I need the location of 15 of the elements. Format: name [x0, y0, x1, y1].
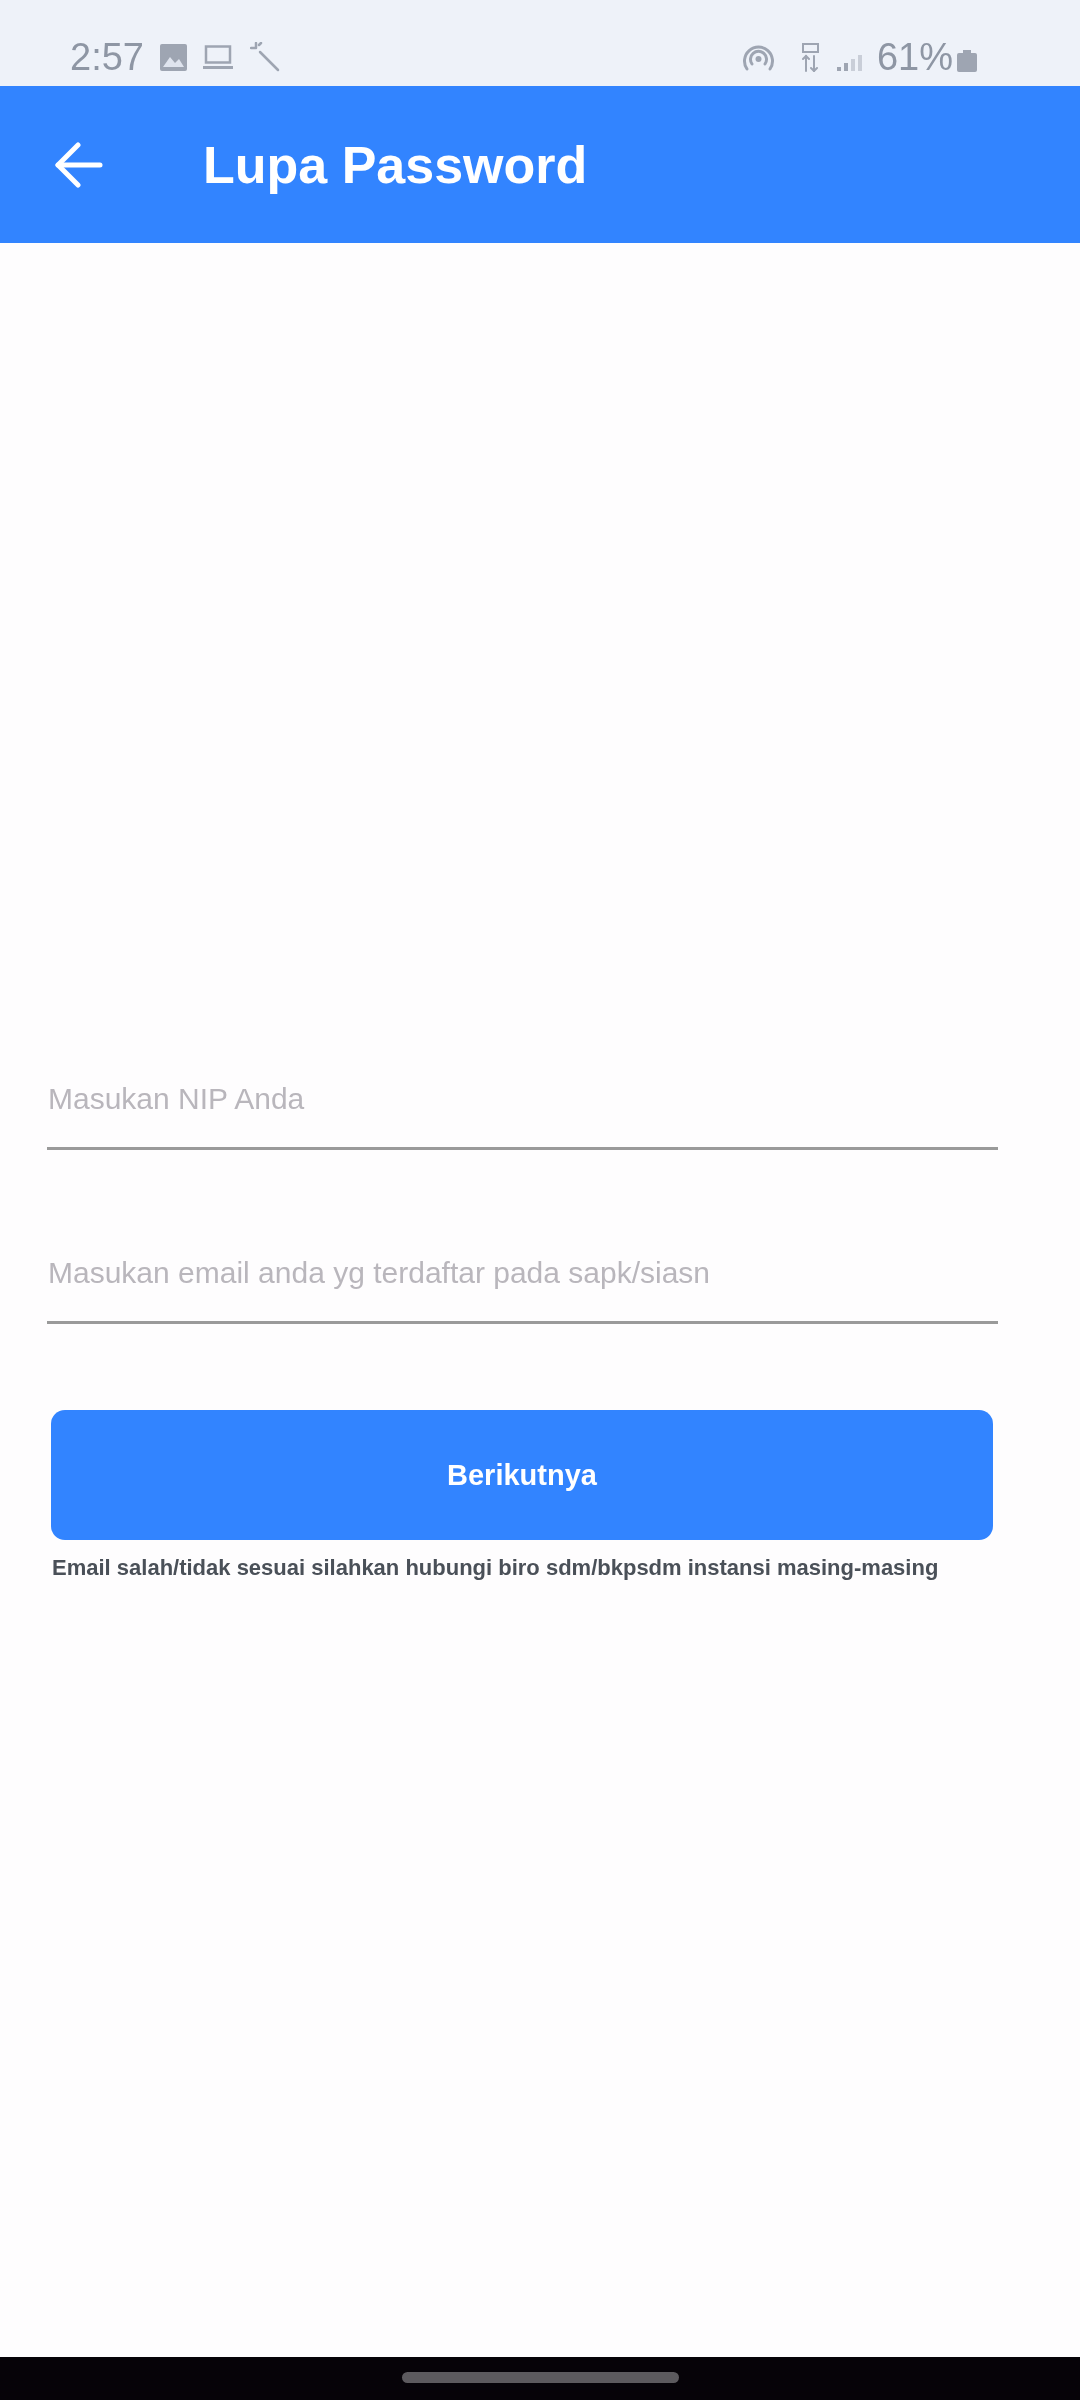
next-button[interactable]: Berikutnya [51, 1410, 993, 1540]
gesture-handle[interactable] [401, 2372, 679, 2383]
help-note: Email salah/tidak sesuai silahkan hubungi biro sdm/bkpsdm instansi masing-masing [52, 1554, 940, 1582]
wand-icon [249, 42, 280, 72]
back-button[interactable] [55, 141, 103, 188]
input-field[interactable]: Masukan email anda yg terdaftar pada sapk/siasn [47, 1240, 998, 1324]
battery-icon [957, 50, 977, 72]
image-icon [159, 43, 187, 71]
input-field[interactable]: Masukan NIP Anda [47, 1066, 998, 1150]
status-time: 2:57 [70, 35, 144, 79]
signal-icon [836, 55, 863, 71]
screen-title: Lupa Password [203, 134, 588, 195]
battery-percent: 61% [876, 35, 953, 79]
data-arrows-icon [801, 42, 819, 72]
laptop-icon [202, 44, 233, 70]
